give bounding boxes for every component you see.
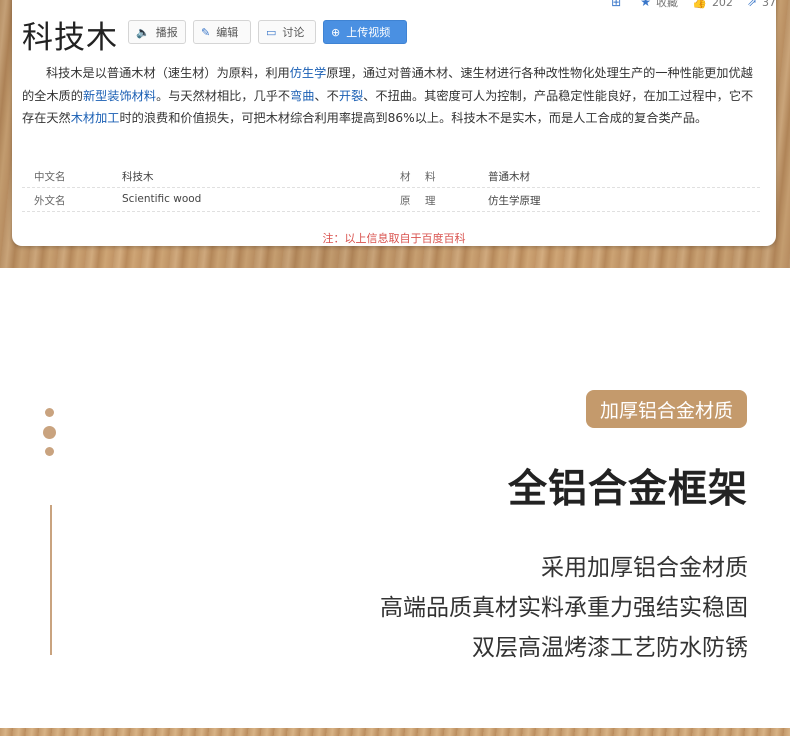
upload-video-label: 上传视频: [346, 26, 391, 39]
link-new-decorative-material[interactable]: 新型装饰材料: [83, 89, 156, 103]
summary-paragraph: 科技木是以普通木材（速生材）为原料，利用仿生学原理，通过对普通木材、速生材进行各…: [22, 62, 760, 130]
pencil-icon: ✎: [201, 25, 211, 39]
thumbs-up-icon: 👍: [691, 0, 707, 9]
like-count: 202: [711, 0, 733, 9]
info-value: 仿生学原理: [488, 195, 541, 207]
para-text-3: 。与天然材相比，几乎不: [156, 88, 291, 103]
link-wood-processing[interactable]: 木材加工: [71, 111, 120, 125]
discuss-button[interactable]: ▭ 讨论: [258, 20, 316, 44]
para-text-6: 时的浪费和价值损失，可把木材综合利用率提高到86%以上。科技木不是实木，而是人工…: [119, 111, 708, 125]
link-bend[interactable]: 弯曲: [290, 89, 314, 103]
link-bionics[interactable]: 仿生学: [290, 66, 327, 80]
info-key: 中文名: [34, 171, 66, 183]
para-text-4: 、不: [314, 88, 339, 103]
upload-video-button[interactable]: ⊕ 上传视频: [323, 20, 407, 44]
decor-vertical-line: [50, 505, 52, 655]
info-value: Scientific wood: [122, 193, 202, 205]
add-stat[interactable]: ⊞: [611, 0, 626, 9]
speaker-icon: 🔈: [136, 25, 150, 39]
wood-background-bottom: [0, 728, 790, 736]
edit-button[interactable]: ✎ 编辑: [193, 20, 251, 44]
page-title: 科技木: [22, 20, 118, 56]
feature-line: 高端品质真材实料承重力强结实稳固: [380, 595, 748, 621]
feature-headline: 全铝合金框架: [507, 467, 748, 512]
share-button[interactable]: ⇗ 37: [747, 0, 776, 9]
source-note: 注：以上信息取自于百度百科: [322, 232, 466, 245]
share-icon: ⇗: [746, 0, 757, 9]
top-stats: ⊞ ★ 收藏 👍 202 ⇗ 37: [597, 0, 776, 10]
decor-dot-small: [45, 408, 54, 417]
info-value: 普通木材: [488, 171, 530, 183]
comment-icon: ▭: [266, 25, 277, 39]
like-button[interactable]: 👍 202: [692, 0, 733, 9]
feature-line: 双层高温烤漆工艺防水防锈: [472, 635, 748, 661]
info-value: 科技木: [122, 171, 154, 183]
feature-description: 采用加厚铝合金材质 高端品质真材实料承重力强结实稳固 双层高温烤漆工艺防水防锈: [380, 548, 748, 668]
decor-dot-small: [45, 447, 54, 456]
info-row: 中文名 科技木 材 料 普通木材: [22, 164, 760, 188]
baike-card: ⊞ ★ 收藏 👍 202 ⇗ 37 科技木 🔈 播报 ✎ 编辑 ▭ 讨论 ⊕ 上传视频…: [12, 0, 776, 246]
favorite-button[interactable]: ★ 收藏: [640, 0, 678, 10]
info-key: 外文名: [34, 195, 66, 207]
feature-line: 采用加厚铝合金材质: [541, 555, 748, 581]
para-text-1: 科技木是以普通木材（速生材）为原料，利用: [46, 66, 290, 80]
info-key: 材 料: [400, 171, 438, 183]
star-icon: ★: [640, 0, 651, 9]
link-crack[interactable]: 开裂: [339, 89, 363, 103]
info-table: 中文名 科技木 材 料 普通木材 外文名 Scientific wood 原 理…: [22, 164, 760, 212]
info-row: 外文名 Scientific wood 原 理 仿生学原理: [22, 188, 760, 212]
plus-circle-icon: ⊕: [331, 25, 341, 39]
broadcast-label: 播报: [155, 26, 178, 39]
broadcast-button[interactable]: 🔈 播报: [128, 20, 186, 44]
edit-label: 编辑: [216, 26, 239, 39]
decor-dot-large: [43, 426, 56, 439]
share-count: 37: [762, 0, 776, 9]
discuss-label: 讨论: [282, 26, 305, 39]
info-key: 原 理: [400, 195, 438, 207]
favorite-label: 收藏: [655, 0, 678, 9]
plus-square-icon: ⊞: [611, 0, 622, 9]
feature-badge: 加厚铝合金材质: [585, 390, 747, 428]
